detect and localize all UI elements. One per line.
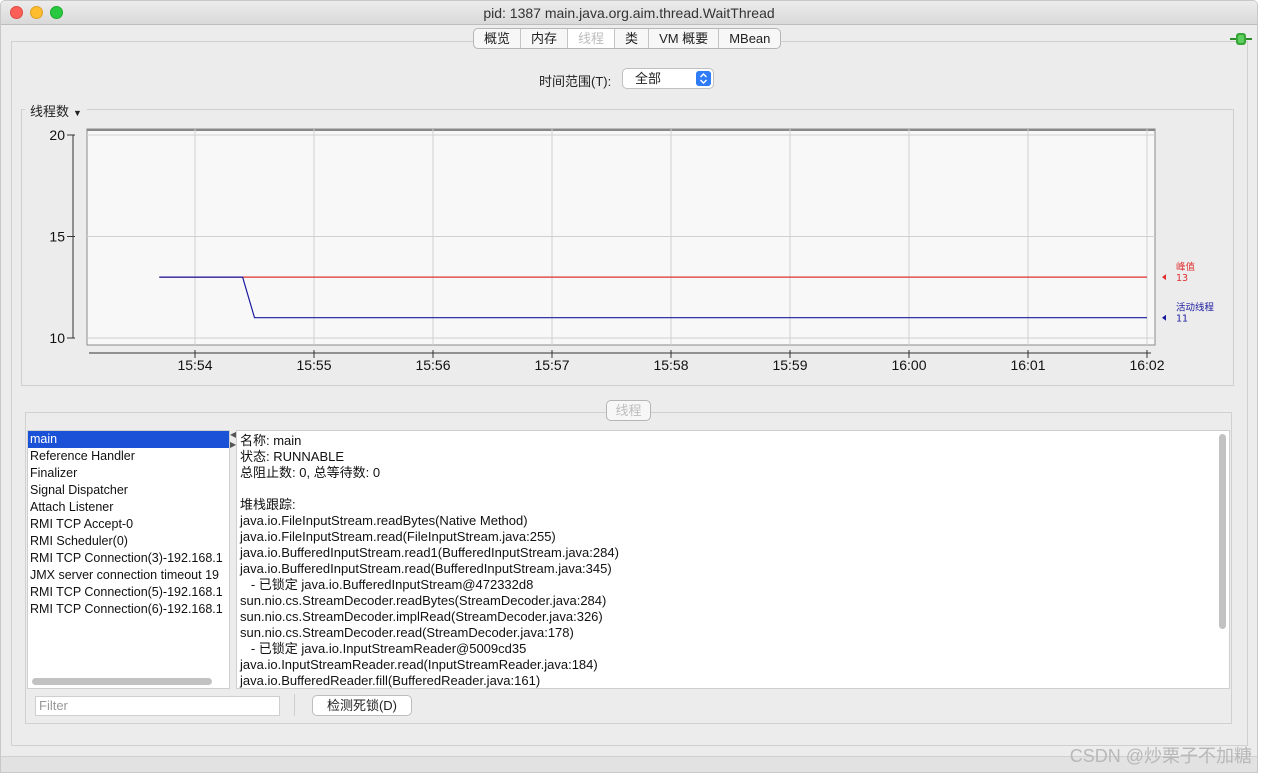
- x-tick-label: 15:57: [534, 357, 569, 373]
- detail-line: 堆栈跟踪:: [240, 497, 296, 512]
- detail-line: - 已锁定 java.io.InputStreamReader@5009cd35: [240, 641, 527, 656]
- legend-value: 13: [1176, 273, 1188, 284]
- x-tick-label: 15:58: [653, 357, 688, 373]
- y-tick-label: 10: [49, 330, 65, 346]
- legend-value: 11: [1176, 314, 1188, 325]
- detail-line: 总阻止数: 0, 总等待数: 0: [240, 465, 381, 480]
- x-tick-label: 15:56: [415, 357, 450, 373]
- thread-list-item[interactable]: Signal Dispatcher: [28, 482, 229, 499]
- thread-list-item[interactable]: RMI Scheduler(0): [28, 533, 229, 550]
- x-tick-label: 15:54: [177, 357, 212, 373]
- threads-section-title: 线程: [606, 400, 651, 421]
- thread-list-item[interactable]: RMI TCP Connection(3)-192.168.1: [28, 550, 229, 567]
- thread-count-chart: 20 15 10 15:54 15:55 15:56 15:57 15:58 15:59 16:0…: [49, 127, 1215, 373]
- legend-label: 峰值: [1176, 261, 1196, 273]
- detail-line: java.io.BufferedInputStream.read1(Buffer…: [240, 545, 619, 560]
- y-tick-label: 15: [49, 229, 65, 245]
- detail-line: java.io.InputStreamReader.read(InputStre…: [240, 657, 598, 672]
- detail-line: java.io.FileInputStream.readBytes(Native…: [240, 513, 528, 528]
- detail-line: sun.nio.cs.StreamDecoder.read(StreamDeco…: [240, 625, 574, 640]
- thread-list-item[interactable]: Finalizer: [28, 465, 229, 482]
- thread-list-scrollbar[interactable]: [32, 678, 212, 685]
- x-tick-label: 15:55: [296, 357, 331, 373]
- thread-list-item[interactable]: JMX server connection timeout 19: [28, 567, 229, 584]
- detect-deadlock-button[interactable]: 检测死锁(D): [312, 695, 412, 716]
- detail-line: [240, 481, 1229, 497]
- thread-list[interactable]: main Reference Handler Finalizer Signal Dis…: [27, 430, 230, 689]
- series-marker-arrow: [1162, 314, 1166, 321]
- thread-list-item[interactable]: Reference Handler: [28, 448, 229, 465]
- thread-list-item[interactable]: RMI TCP Connection(5)-192.168.1: [28, 584, 229, 601]
- x-tick-label: 15:59: [772, 357, 807, 373]
- detail-line: sun.nio.cs.StreamDecoder.readBytes(Strea…: [240, 593, 607, 608]
- x-tick-label: 16:01: [1010, 357, 1045, 373]
- detail-line: java.io.BufferedInputStream.read(Buffere…: [240, 561, 612, 576]
- detail-line: 名称: main: [240, 433, 302, 448]
- detail-line: - 已锁定 java.io.BufferedInputStream@472332…: [240, 577, 534, 592]
- thread-list-item[interactable]: RMI TCP Accept-0: [28, 516, 229, 533]
- x-tick-label: 16:00: [891, 357, 926, 373]
- watermark: CSDN @炒栗子不加糖: [1069, 746, 1252, 766]
- detail-line: java.io.BufferedReader.fill(BufferedRead…: [240, 673, 541, 688]
- x-tick-label: 16:02: [1129, 357, 1164, 373]
- divider: [294, 694, 295, 716]
- detail-scrollbar[interactable]: [1219, 434, 1226, 629]
- status-bar: [1, 756, 1257, 772]
- app-window: pid: 1387 main.java.org.aim.thread.WaitT…: [0, 0, 1258, 773]
- thread-detail-pane: 名称: main 状态: RUNNABLE 总阻止数: 0, 总等待数: 0 堆栈跟踪…: [236, 430, 1230, 689]
- series-marker-arrow: [1162, 274, 1166, 281]
- filter-input[interactable]: Filter: [35, 696, 280, 716]
- thread-list-item[interactable]: RMI TCP Connection(6)-192.168.1: [28, 601, 229, 618]
- legend-label: 活动线程: [1176, 302, 1215, 314]
- detail-line: java.io.FileInputStream.read(FileInputSt…: [240, 529, 556, 544]
- detail-line: 状态: RUNNABLE: [240, 449, 345, 464]
- detail-line: sun.nio.cs.StreamDecoder.implRead(Stream…: [240, 609, 603, 624]
- thread-list-item[interactable]: Attach Listener: [28, 499, 229, 516]
- y-tick-label: 20: [49, 127, 65, 143]
- thread-list-item[interactable]: main: [28, 431, 229, 448]
